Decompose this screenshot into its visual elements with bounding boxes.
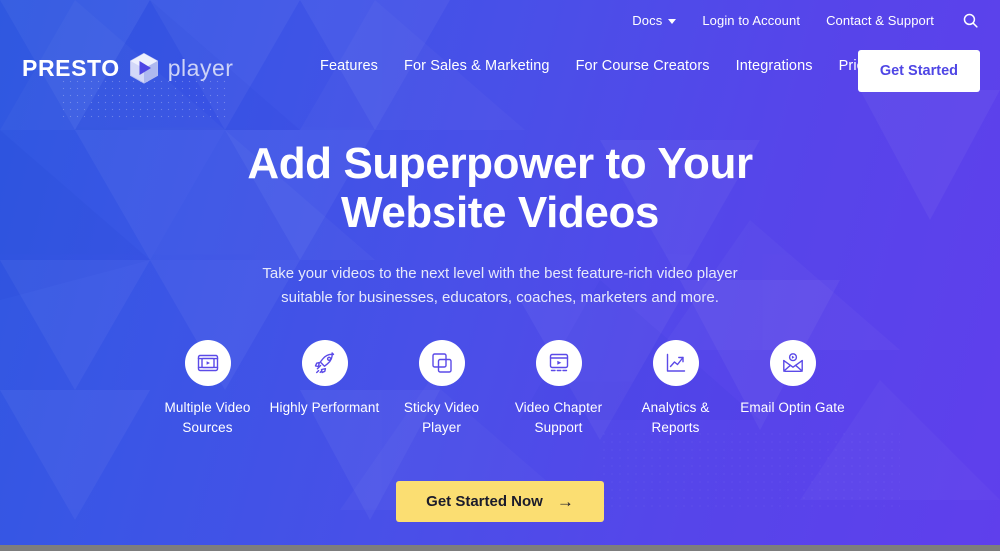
chart-trend-up-icon — [652, 340, 699, 386]
feature-item-sticky-video-player[interactable]: Sticky Video Player — [383, 340, 500, 439]
nav-item-features[interactable]: Features — [320, 58, 378, 74]
hexagon-play-icon — [129, 52, 159, 84]
topbar-item-login[interactable]: Login to Account — [702, 13, 800, 28]
nav-item-integrations[interactable]: Integrations — [736, 58, 813, 74]
topbar-item-login-label: Login to Account — [702, 12, 801, 28]
feature-label: Analytics & Reports — [641, 400, 710, 436]
search-icon[interactable] — [960, 10, 980, 30]
site-logo[interactable]: PRESTO player — [22, 52, 233, 84]
arrow-right-icon: → — [556, 492, 574, 511]
feature-label: Highly Performant — [269, 400, 380, 415]
feature-item-highly-performant[interactable]: Highly Performant — [266, 340, 383, 439]
topbar-item-docs-label: Docs — [632, 12, 663, 28]
top-utility-bar: Docs Login to Account Contact & Support — [0, 0, 1000, 40]
hero-section: Add Superpower to Your Website Videos Ta… — [0, 139, 1000, 310]
rocket-icon — [301, 340, 348, 386]
hero-subheading: Take your videos to the next level with … — [262, 264, 738, 306]
film-play-icon — [184, 340, 231, 386]
page-root: Docs Login to Account Contact & Support … — [0, 0, 1000, 551]
logo-text-secondary: player — [167, 54, 234, 81]
hero-cta-wrapper: Get Started Now → — [0, 481, 1000, 522]
get-started-now-button[interactable]: Get Started Now → — [396, 481, 604, 522]
feature-item-analytics-reports[interactable]: Analytics & Reports — [617, 340, 734, 439]
topbar-item-docs[interactable]: Docs — [632, 12, 677, 28]
get-started-now-label: Get Started Now — [426, 493, 543, 510]
feature-label: Email Optin Gate — [740, 400, 845, 415]
feature-item-email-optin-gate[interactable]: Email Optin Gate — [734, 340, 851, 439]
header-get-started-button[interactable]: Get Started — [857, 50, 980, 92]
feature-label: Video Chapter Support — [514, 400, 603, 436]
site-header: PRESTO player Features For Sales & Marke… — [0, 40, 1000, 106]
chevron-down-icon — [668, 18, 677, 24]
feature-item-multiple-video-sources[interactable]: Multiple Video Sources — [149, 340, 266, 439]
stacked-layers-icon — [418, 340, 465, 386]
topbar-item-contact[interactable]: Contact & Support — [826, 13, 934, 28]
hero-heading: Add Superpower to Your Website Videos — [247, 139, 753, 237]
envelope-play-icon — [769, 340, 816, 386]
feature-label: Sticky Video Player — [403, 400, 480, 436]
feature-item-video-chapter-support[interactable]: Video Chapter Support — [500, 340, 617, 439]
feature-label: Multiple Video Sources — [164, 400, 251, 436]
bottom-scrollbar-strip[interactable] — [0, 545, 1000, 551]
nav-item-sales-marketing[interactable]: For Sales & Marketing — [404, 58, 550, 74]
video-chapters-icon — [535, 340, 582, 386]
feature-highlights-row: Multiple Video Sources Highly Performant — [0, 340, 1000, 439]
logo-text-primary: PRESTO — [22, 54, 120, 81]
topbar-item-contact-label: Contact & Support — [826, 12, 934, 28]
main-navigation: Features For Sales & Marketing For Cours… — [320, 58, 884, 74]
nav-item-course-creators[interactable]: For Course Creators — [576, 58, 710, 74]
